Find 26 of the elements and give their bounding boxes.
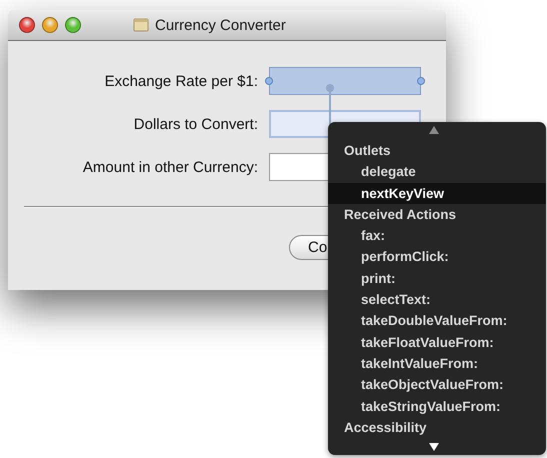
- menu-item[interactable]: takeIntValueFrom:: [328, 352, 546, 374]
- menu-item[interactable]: takeObjectValueFrom:: [328, 374, 546, 396]
- window-title: Currency Converter: [155, 16, 286, 34]
- menu-item[interactable]: print:: [328, 268, 546, 290]
- menu-item[interactable]: selectText:: [328, 289, 546, 310]
- minimize-button[interactable]: [42, 17, 58, 33]
- scroll-up-icon[interactable]: [429, 126, 439, 134]
- menu-item[interactable]: nextKeyView: [328, 182, 546, 204]
- menu-item[interactable]: delegate: [328, 161, 546, 183]
- close-button[interactable]: [19, 17, 35, 33]
- resize-handle[interactable]: [417, 77, 425, 85]
- field-label: Amount in other Currency:: [82, 158, 258, 176]
- menu-item[interactable]: takeStringValueFrom:: [328, 396, 546, 417]
- menu-item[interactable]: takeDoubleValueFrom:: [328, 310, 546, 332]
- scroll-down-icon[interactable]: [429, 443, 439, 451]
- field-label: Dollars to Convert:: [132, 116, 258, 132]
- menu-item[interactable]: fax:: [328, 225, 546, 246]
- menu-item[interactable]: takeFloatValueFrom:: [328, 332, 546, 353]
- menu-item[interactable]: performClick:: [328, 246, 546, 268]
- window-icon: [133, 17, 149, 33]
- section-heading: Outlets: [343, 142, 392, 160]
- section-heading: Accessibility: [343, 418, 428, 437]
- section-heading: Received Actions: [343, 206, 458, 224]
- zoom-button[interactable]: [65, 17, 81, 33]
- field-label: Exchange Rate per $1:: [104, 72, 258, 90]
- resize-handle[interactable]: [265, 77, 273, 85]
